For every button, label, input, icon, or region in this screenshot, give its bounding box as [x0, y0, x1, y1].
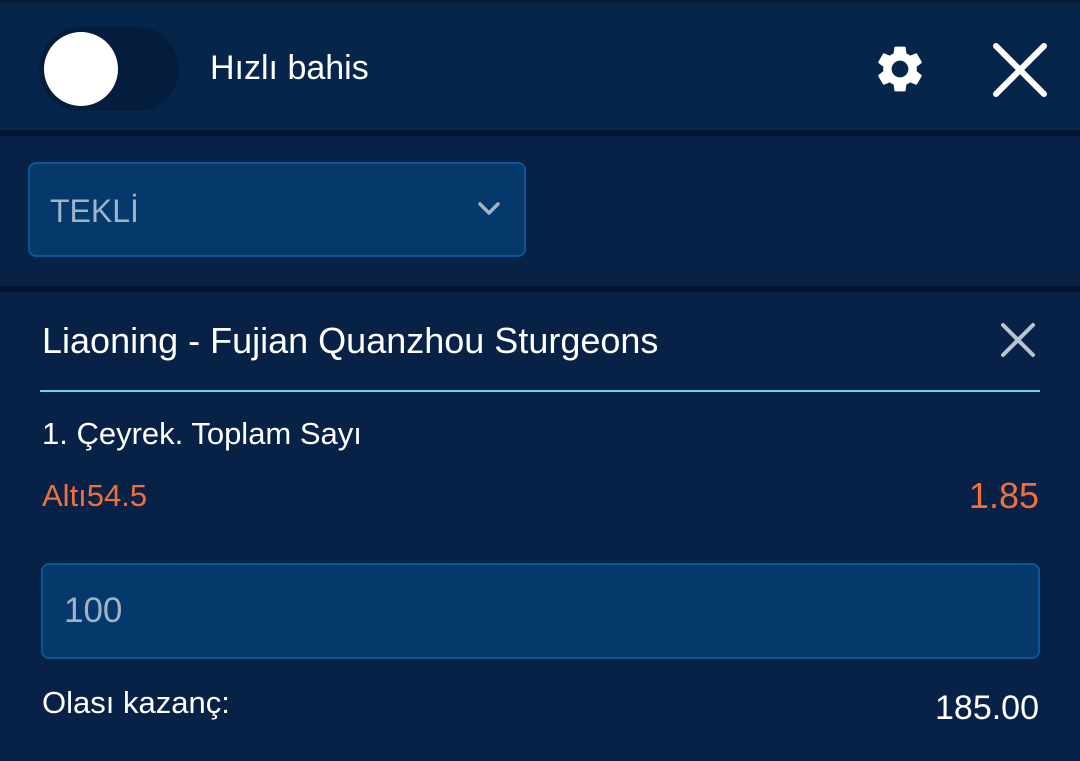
match-title: Liaoning - Fujian Quanzhou Sturgeons	[42, 320, 659, 361]
accent-divider	[40, 390, 1040, 392]
market-name: 1. Çeyrek. Toplam Sayı	[42, 416, 362, 451]
bet-type-value: TEKLİ	[50, 193, 139, 229]
toggle-knob[interactable]	[44, 32, 118, 106]
close-icon[interactable]	[998, 320, 1038, 360]
bet-slip-header: Hızlı bahis	[0, 0, 1080, 130]
selection-label: Altı54.5	[42, 478, 148, 513]
potential-win-value: 185.00	[935, 689, 1039, 727]
bet-slip: Hızlı bahis TEKLİ Liaoning - Fujian Quan…	[0, 0, 1080, 761]
odds-value: 1.85	[968, 475, 1039, 516]
close-icon[interactable]	[990, 40, 1050, 100]
bet-type-select[interactable]: TEKLİ	[28, 162, 526, 257]
stake-input[interactable]	[41, 563, 1040, 659]
bet-type-section: TEKLİ	[0, 136, 1080, 286]
bet-card: Liaoning - Fujian Quanzhou Sturgeons 1. …	[0, 292, 1080, 761]
quick-bet-toggle[interactable]	[39, 27, 179, 111]
chevron-down-icon	[478, 202, 500, 215]
potential-win-label: Olası kazanç:	[42, 685, 230, 720]
gear-icon[interactable]	[872, 41, 928, 97]
quick-bet-label: Hızlı bahis	[210, 49, 369, 87]
